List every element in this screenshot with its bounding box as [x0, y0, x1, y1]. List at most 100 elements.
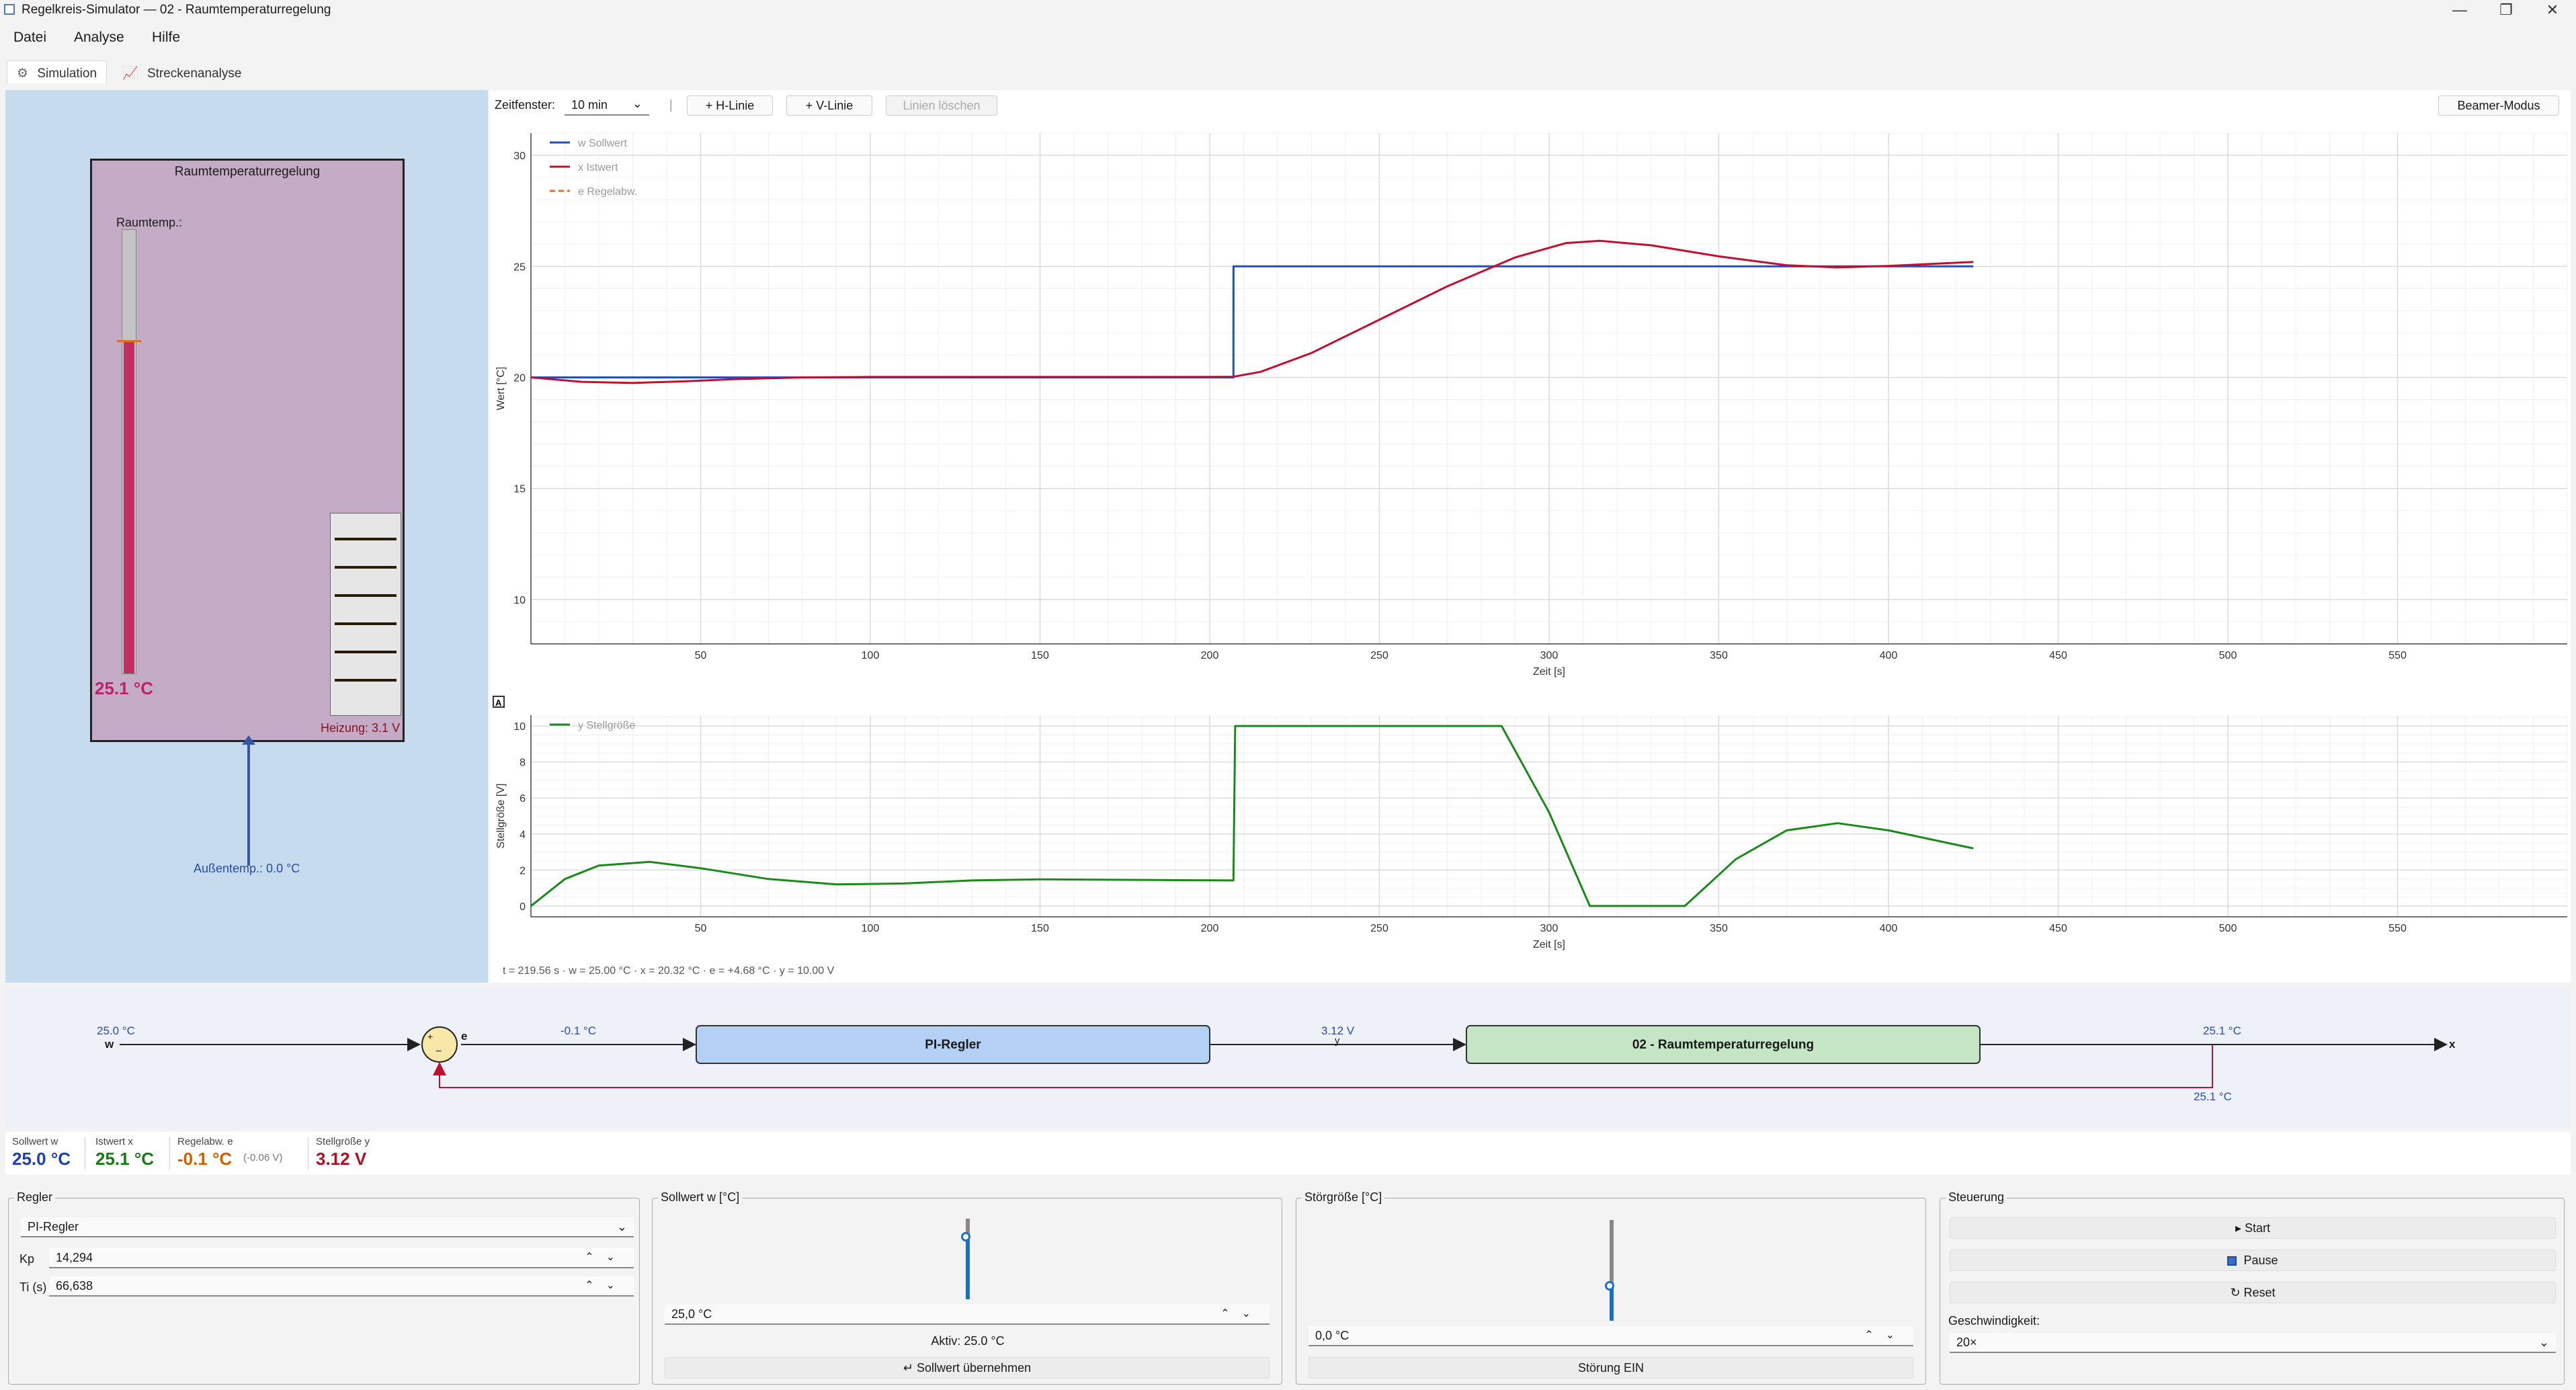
block-diagram: 25.0 °C w + − e -0.1 °C PI-Regler 3.12 V…	[5, 987, 2571, 1128]
sollwert-legend: Sollwert w [°C]	[658, 1190, 743, 1204]
tab-simulation[interactable]: ⚙ Simulation	[7, 60, 108, 83]
steuerung-group: Steuerung ▸ Start Pause ↻ Reset Geschwin…	[1940, 1190, 2565, 1385]
radiator-icon	[330, 513, 401, 716]
x-tick-label: 450	[2049, 650, 2067, 661]
zeitfenster-label: Zeitfenster:	[495, 98, 556, 112]
title-bar: Regelkreis-Simulator — 02 - Raumtemperat…	[0, 0, 2576, 20]
close-icon[interactable]: ✕	[2529, 0, 2576, 20]
chevron-down-icon: ⌄	[2538, 1336, 2549, 1349]
room-temp-label: Raumtemp.:	[116, 216, 183, 229]
istwert-value: 25.1 °C	[95, 1149, 155, 1169]
spin-arrows-icon[interactable]: ⌃⌄	[1220, 1305, 1263, 1323]
autoscale-icon[interactable]: A	[493, 696, 505, 708]
spin-arrows-icon[interactable]: ⌃⌄	[1864, 1326, 1907, 1345]
istwert-label: Istwert x	[95, 1136, 133, 1147]
plant-label: 02 - Raumtemperaturregelung	[1632, 1038, 1815, 1052]
y-tick-label: 8	[520, 758, 526, 769]
ti-spinbox[interactable]: 66,638 ⌃⌄	[49, 1276, 634, 1297]
stell-value: 3.12 V	[316, 1149, 367, 1169]
legend-label: x Istwert	[578, 162, 618, 173]
ti-label: Ti (s)	[19, 1280, 47, 1294]
y-tick-label: 2	[520, 865, 526, 876]
x-tick-label: 500	[2219, 650, 2237, 661]
sollwert-slider-handle[interactable]	[961, 1232, 970, 1241]
outside-temp-arrow	[247, 741, 250, 866]
w-value: 25.0 °C	[97, 1024, 135, 1037]
readout-stellgroesse: Stellgröße y 3.12 V	[316, 1136, 370, 1170]
x-tick-label: 300	[1540, 650, 1559, 661]
stoer-slider-fill	[1610, 1287, 1614, 1321]
pause-label: Pause	[2243, 1254, 2278, 1267]
y-tick-label: 4	[520, 829, 526, 841]
regler-type-select[interactable]: PI-Regler ⌄	[21, 1217, 634, 1237]
x-tick-label: 450	[2049, 923, 2067, 934]
x-tick-label: 50	[695, 923, 707, 934]
controller-label: PI-Regler	[925, 1038, 981, 1052]
menu-analyse[interactable]: Analyse	[74, 30, 124, 46]
sum-plus: +	[427, 1031, 433, 1042]
y-tick-label: 30	[513, 151, 526, 162]
divider	[169, 1137, 170, 1170]
reset-button[interactable]: ↻ Reset	[1950, 1282, 2556, 1303]
spin-arrows-icon[interactable]: ⌃⌄	[585, 1276, 627, 1295]
x-tick-label: 50	[695, 650, 707, 661]
add-h-line-button[interactable]: + H-Linie	[687, 95, 773, 116]
y-axis-label: Wert [°C]	[495, 367, 507, 411]
y-tick-label: 6	[520, 793, 526, 805]
kp-value: 14,294	[56, 1251, 93, 1264]
tab-bar: ⚙ Simulation 📈 Streckenanalyse	[0, 60, 2576, 85]
radiator-rib	[335, 538, 397, 540]
sollwert-slider[interactable]	[961, 1219, 970, 1299]
menu-datei[interactable]: Datei	[13, 30, 46, 46]
radiator-rib	[335, 651, 397, 653]
regler-legend: Regler	[14, 1190, 56, 1204]
stell-label: Stellgröße y	[316, 1136, 370, 1147]
pause-icon	[2227, 1256, 2237, 1266]
add-v-line-button[interactable]: + V-Linie	[786, 95, 872, 116]
stoer-toggle-button[interactable]: Störung EIN	[1308, 1357, 1913, 1379]
readout-sollwert: Sollwert w 25.0 °C	[12, 1136, 71, 1170]
tab-label: Simulation	[37, 67, 97, 81]
sim-icon: ⚙	[17, 67, 29, 81]
stoer-slider-handle[interactable]	[1605, 1280, 1614, 1291]
speed-select[interactable]: 20× ⌄	[1950, 1333, 2556, 1353]
menu-hilfe[interactable]: Hilfe	[152, 30, 180, 46]
readout-regelabw: Regelabw. e -0.1 °C	[177, 1136, 233, 1170]
value-chart: 50 100 150 200 250 300 350 400 450 500 550 10 15 20 25…	[495, 132, 2568, 678]
readout-istwert: Istwert x 25.1 °C	[95, 1136, 154, 1170]
minimize-icon[interactable]: —	[2436, 0, 2483, 20]
spin-arrows-icon[interactable]: ⌃⌄	[585, 1248, 627, 1267]
regelabw-value: -0.1 °C	[177, 1149, 233, 1169]
e-label: e	[461, 1030, 468, 1042]
x-tick-label: 400	[1880, 923, 1898, 934]
pause-button[interactable]: Pause	[1950, 1250, 2556, 1271]
regler-type-value: PI-Regler	[28, 1220, 79, 1233]
x-tick-label: 550	[2388, 923, 2407, 934]
kp-spinbox[interactable]: 14,294 ⌃⌄	[49, 1248, 634, 1268]
legend-label: w Sollwert	[577, 138, 627, 149]
x-value-top: 25.1 °C	[2203, 1024, 2241, 1037]
beamer-mode-button[interactable]: Beamer-Modus	[2438, 95, 2559, 116]
output-chart: 50 100 150 200 250 300 350 400 450 500 550 0 2 4 6 8 10 Z…	[495, 715, 2568, 950]
menu-bar: Datei Analyse Hilfe	[0, 26, 2576, 50]
y-tick-label: 20	[513, 372, 526, 384]
legend-label: y Stellgröße	[578, 720, 635, 731]
x-tick-label: 300	[1540, 923, 1559, 934]
sollwert-spinbox[interactable]: 25,0 °C ⌃⌄	[665, 1305, 1270, 1325]
apply-sollwert-button[interactable]: ↵ Sollwert übernehmen	[665, 1357, 1270, 1379]
thermometer	[117, 229, 141, 674]
restore-icon[interactable]: ❐	[2483, 0, 2530, 20]
zeitfenster-value: 10 min	[571, 98, 608, 112]
zeitfenster-select[interactable]: 10 min ⌄	[565, 95, 649, 116]
x-tick-label: 200	[1201, 923, 1219, 934]
stoer-slider[interactable]	[1605, 1220, 1614, 1321]
y-tick-label: 10	[513, 595, 526, 606]
stoer-spinbox[interactable]: 0,0 °C ⌃⌄	[1308, 1326, 1913, 1346]
w-label: w	[105, 1038, 114, 1051]
sollwert-active: Aktiv: 25.0 °C	[931, 1334, 1005, 1348]
tab-streckenanalyse[interactable]: 📈 Streckenanalyse	[113, 60, 251, 83]
e-value: -0.1 °C	[560, 1024, 597, 1037]
start-button[interactable]: ▸ Start	[1950, 1217, 2556, 1239]
steuerung-legend: Steuerung	[1946, 1190, 2007, 1204]
clear-lines-button[interactable]: Linien löschen	[886, 95, 997, 116]
